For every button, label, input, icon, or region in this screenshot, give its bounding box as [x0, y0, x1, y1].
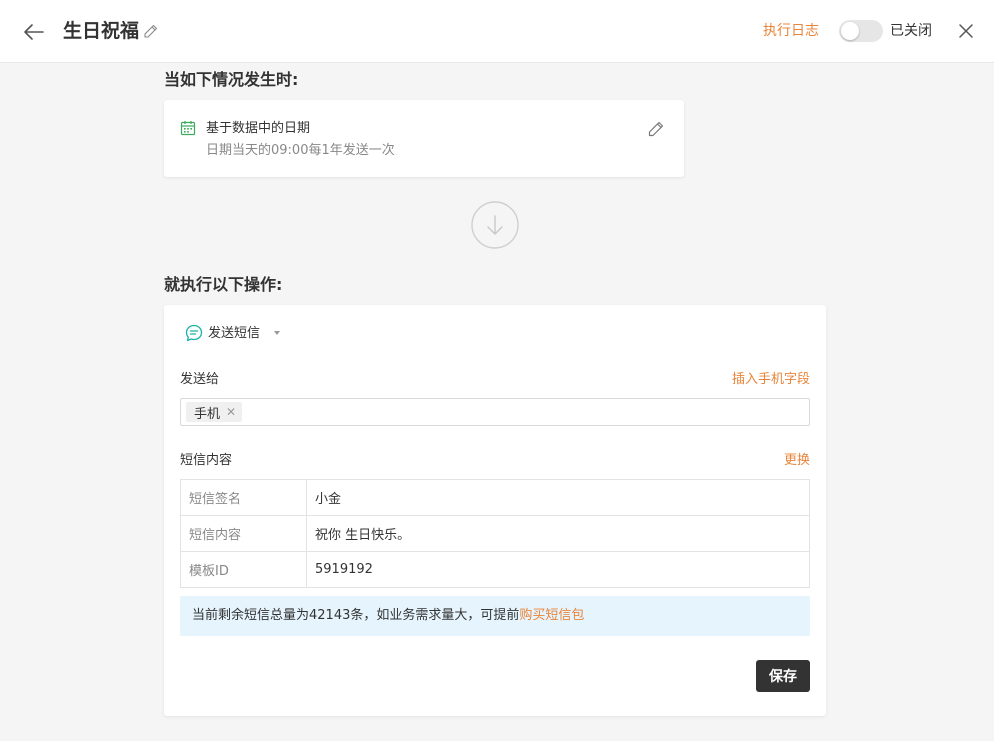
recipient-input[interactable]: 手机 ✕ [180, 398, 810, 426]
pencil-icon[interactable] [143, 23, 159, 39]
table-row: 短信内容 祝你 生日快乐。 [180, 515, 810, 552]
trigger-heading: 当如下情况发生时: [164, 70, 299, 89]
table-key-cell: 短信内容 [180, 515, 307, 552]
send-to-label: 发送给 [180, 372, 220, 387]
caret-down-icon[interactable] [274, 331, 280, 335]
recipient-tag: 手机 ✕ [186, 402, 243, 422]
arrow-down-circle-icon [471, 201, 519, 249]
pencil-icon[interactable] [647, 120, 665, 138]
table-value-cell: 5919192 [306, 551, 810, 588]
table-key-cell: 短信签名 [180, 479, 307, 516]
table-value-cell: 祝你 生日快乐。 [306, 515, 810, 552]
sms-content-label: 短信内容 [180, 453, 233, 468]
action-card: 发送短信 发送给 插入手机字段 手机 ✕ 短信内容 更换 短信签名 小金 短信内… [164, 305, 826, 716]
toggle-knob [841, 22, 859, 40]
close-icon[interactable] [957, 22, 975, 40]
trigger-title: 基于数据中的日期 [206, 121, 311, 136]
calendar-icon [180, 121, 196, 136]
execution-log-link[interactable]: 执行日志 [763, 22, 819, 40]
trigger-description: 日期当天的09:00每1年发送一次 [206, 143, 395, 158]
buy-sms-package-link[interactable]: 购买短信包 [519, 608, 584, 623]
close-icon[interactable]: ✕ [226, 405, 236, 419]
notice-text: 当前剩余短信总量为42143条，如业务需求量大，可提前 [192, 608, 520, 623]
change-template-link[interactable]: 更换 [784, 452, 810, 470]
insert-phone-field-link[interactable]: 插入手机字段 [732, 371, 810, 389]
action-type-select[interactable]: 发送短信 [208, 325, 260, 343]
recipient-tag-label: 手机 [194, 406, 221, 422]
page-title: 生日祝福 [63, 20, 140, 42]
sms-template-table: 短信签名 小金 短信内容 祝你 生日快乐。 模板ID 5919192 [180, 479, 810, 588]
table-row: 模板ID 5919192 [180, 551, 810, 588]
arrow-left-icon[interactable] [22, 20, 46, 44]
toggle-status-label: 已关闭 [890, 23, 932, 39]
top-bar: 生日祝福 执行日志 已关闭 [0, 0, 994, 63]
enable-toggle[interactable] [839, 20, 883, 42]
table-row: 短信签名 小金 [180, 479, 810, 516]
trigger-card: 基于数据中的日期 日期当天的09:00每1年发送一次 [164, 100, 684, 177]
chat-bubble-icon [185, 324, 203, 342]
table-key-cell: 模板ID [180, 551, 307, 588]
table-value-cell: 小金 [306, 479, 810, 516]
save-button[interactable]: 保存 [756, 660, 810, 692]
sms-quota-notice: 当前剩余短信总量为42143条，如业务需求量大，可提前购买短信包 [180, 596, 810, 636]
action-heading: 就执行以下操作: [164, 275, 283, 294]
